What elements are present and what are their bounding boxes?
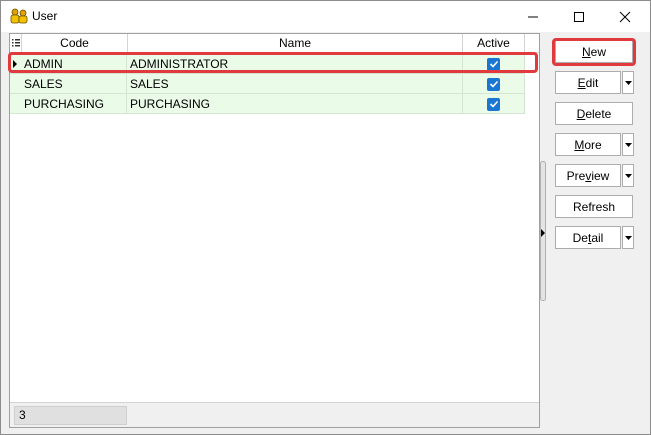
preview-button[interactable]: Pre v iew [555, 164, 621, 187]
row-indicator [10, 94, 22, 114]
active-checkbox[interactable] [487, 57, 500, 71]
delete-button[interactable]: Delete [555, 102, 633, 125]
check-icon [489, 60, 498, 68]
cell-active[interactable] [463, 94, 525, 114]
column-header-name[interactable]: Name [128, 34, 463, 53]
window-title: User [32, 9, 58, 23]
more-dropdown-button[interactable] [622, 133, 634, 156]
row-indicator [10, 74, 22, 94]
detail-button[interactable]: De t ail [555, 226, 621, 249]
table-row[interactable]: PURCHASING PURCHASING [10, 94, 525, 114]
detail-dropdown-button[interactable] [622, 226, 634, 249]
more-button[interactable]: More [555, 133, 621, 156]
chevron-down-icon [624, 235, 632, 240]
cell-active[interactable] [463, 54, 525, 74]
grid-footer: 3 [10, 402, 539, 427]
new-button[interactable]: New [555, 40, 633, 63]
column-header-code[interactable]: Code [22, 34, 128, 53]
cell-code[interactable]: SALES [23, 74, 127, 94]
active-checkbox[interactable] [487, 97, 500, 111]
chevron-down-icon [624, 173, 632, 178]
maximize-button[interactable] [556, 1, 602, 32]
maximize-icon [574, 11, 584, 22]
grid-header: Code Name Active [10, 34, 539, 53]
preview-dropdown-button[interactable] [622, 164, 634, 187]
chevron-down-icon [624, 142, 632, 147]
cell-code[interactable]: PURCHASING [23, 94, 127, 114]
check-icon [489, 80, 498, 88]
cell-code[interactable]: ADMIN [23, 54, 127, 74]
edit-button[interactable]: Edit [555, 71, 621, 94]
row-indicator [10, 54, 22, 74]
minimize-button[interactable] [510, 1, 556, 32]
check-icon [489, 100, 498, 108]
collapse-arrow-icon[interactable] [540, 227, 546, 237]
edit-dropdown-button[interactable] [622, 71, 634, 94]
user-grid: Code Name Active ADMIN ADMINISTRATOR SAL… [9, 33, 540, 428]
table-row[interactable]: SALES SALES [10, 74, 525, 94]
active-checkbox[interactable] [487, 77, 500, 91]
list-icon [11, 39, 20, 47]
users-app-icon [10, 8, 28, 24]
close-button[interactable] [602, 1, 648, 32]
refresh-button[interactable]: Refresh [555, 195, 633, 218]
close-icon [619, 11, 631, 22]
cell-name[interactable]: PURCHASING [129, 94, 463, 114]
title-bar: User [1, 1, 650, 32]
user-window: User Code Name Active ADMIN ADMINISTRATO… [0, 0, 651, 435]
current-row-arrow-icon [13, 60, 17, 68]
column-header-active[interactable]: Active [463, 34, 525, 53]
record-count: 3 [14, 406, 127, 425]
minimize-icon [528, 16, 538, 17]
cell-name[interactable]: SALES [129, 74, 463, 94]
table-row[interactable]: ADMIN ADMINISTRATOR [10, 54, 525, 74]
cell-active[interactable] [463, 74, 525, 94]
cell-name[interactable]: ADMINISTRATOR [129, 54, 463, 74]
chevron-down-icon [624, 80, 632, 85]
column-chooser-button[interactable] [10, 34, 22, 53]
